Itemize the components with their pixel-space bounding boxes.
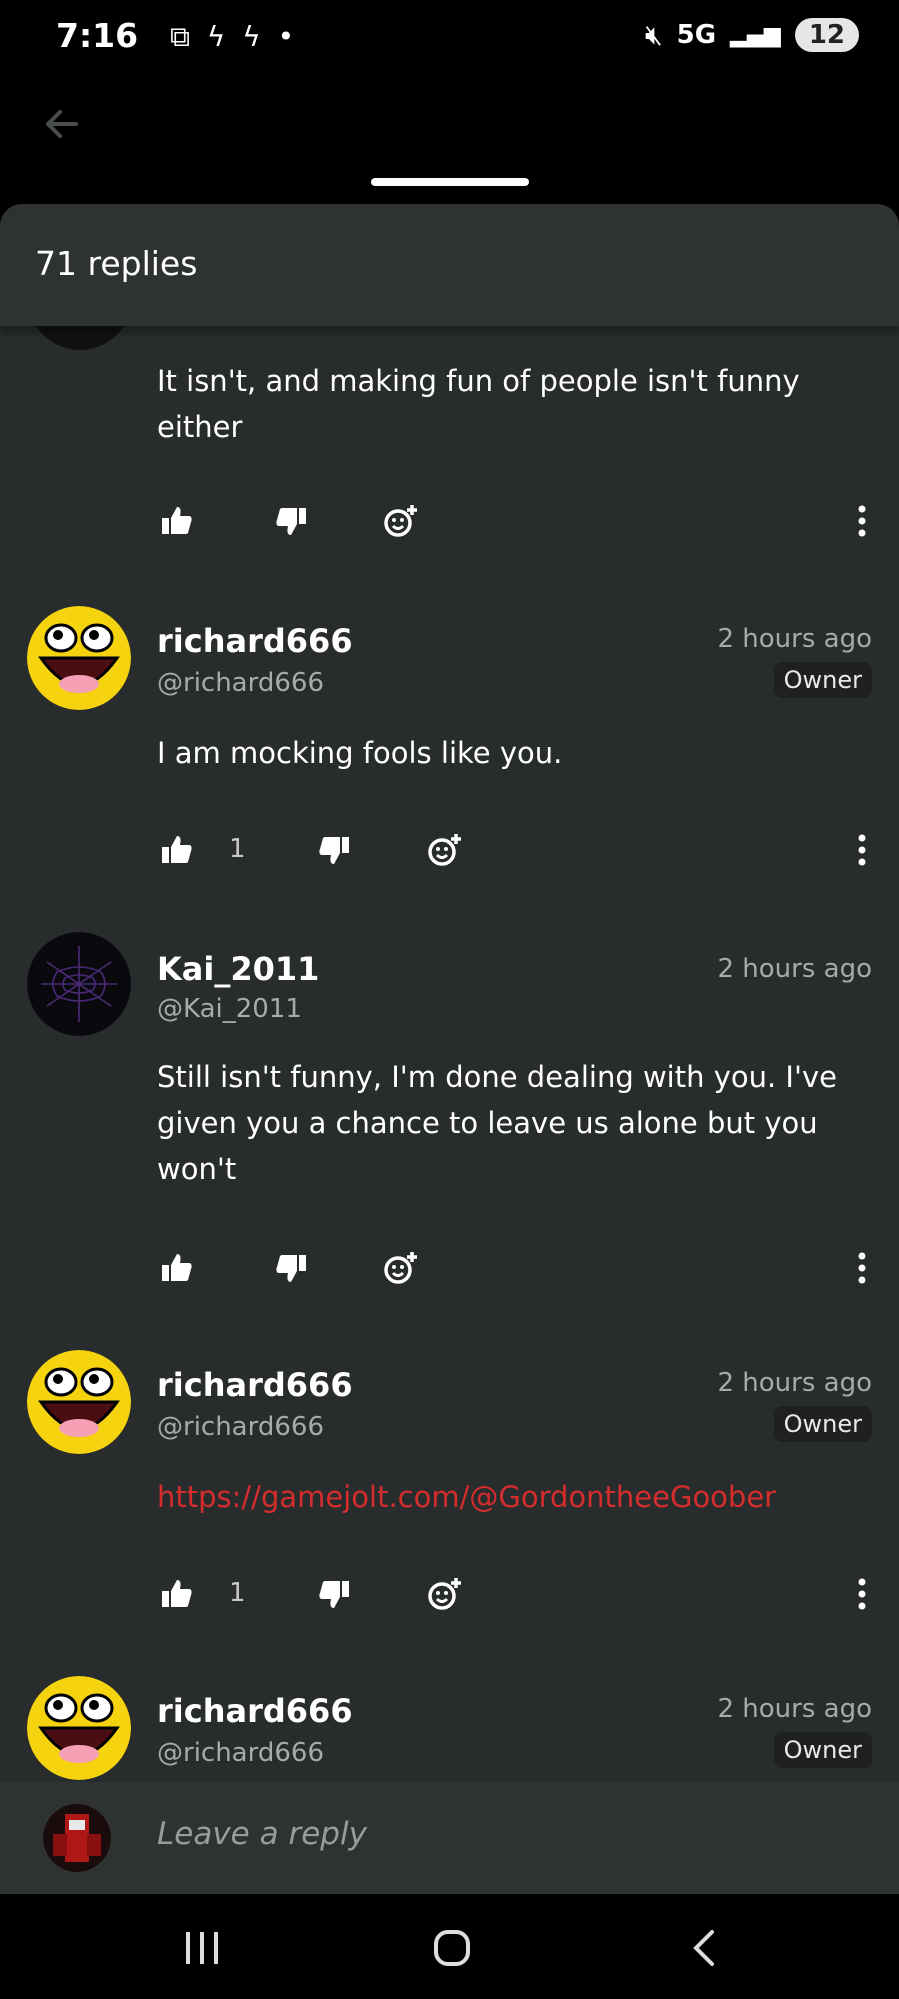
reply-input[interactable]: Leave a reply: [157, 1816, 367, 1852]
add-reaction-icon[interactable]: [427, 1576, 463, 1612]
like-count: 1: [229, 1578, 246, 1608]
current-user-avatar[interactable]: [43, 1804, 111, 1872]
avatar[interactable]: [27, 932, 131, 1036]
comment-time: 2 hours ago: [717, 954, 872, 984]
reply-bar: Leave a reply: [0, 1782, 899, 1894]
thumbs-up-icon[interactable]: [159, 832, 195, 868]
comment-time: 2 hours ago: [717, 624, 872, 654]
status-bar: 7:16 ⧉ ϟ ϟ • 🔇︎ 5G ▂▄▆ 12: [0, 0, 899, 80]
username[interactable]: richard666: [157, 622, 353, 660]
avatar[interactable]: [27, 1676, 131, 1780]
thumbs-up-icon[interactable]: [159, 503, 195, 539]
owner-badge: Owner: [773, 662, 872, 698]
username[interactable]: richard666: [157, 1692, 353, 1730]
thumbs-up-icon[interactable]: [159, 1576, 195, 1612]
status-time: 7:16: [56, 16, 139, 55]
mute-icon: 🔇︎: [644, 18, 663, 51]
comment-actions: [157, 1250, 872, 1290]
username[interactable]: Kai_2011: [157, 950, 319, 988]
add-reaction-icon[interactable]: [427, 832, 463, 868]
avatar[interactable]: [27, 1350, 131, 1454]
comment-time: 2 hours ago: [717, 1368, 872, 1398]
user-handle[interactable]: @Kai_2011: [157, 994, 302, 1024]
thumbs-down-icon[interactable]: [273, 503, 309, 539]
add-reaction-icon[interactable]: [383, 503, 419, 539]
sheet-drag-handle[interactable]: [371, 178, 529, 186]
back-arrow-icon[interactable]: [40, 102, 84, 146]
thumbs-down-icon[interactable]: [316, 832, 352, 868]
sheet-header: 71 replies: [0, 204, 899, 326]
replies-sheet: 71 replies It isn't, and making fun of p…: [0, 204, 899, 1894]
comment-text: Still isn't funny, I'm done dealing with…: [157, 1060, 837, 1186]
more-options-icon[interactable]: [852, 503, 872, 539]
recent-apps-icon[interactable]: [180, 1926, 224, 1970]
comment-actions: 1: [157, 1576, 872, 1616]
user-handle[interactable]: @richard666: [157, 668, 324, 698]
thumbs-up-icon[interactable]: [159, 1250, 195, 1286]
comment-text: It isn't, and making fun of people isn't…: [157, 364, 800, 444]
battery-badge: 12: [794, 18, 859, 52]
owner-badge: Owner: [773, 1732, 872, 1768]
comment-link[interactable]: https://gamejolt.com/@GordontheeGoober: [157, 1474, 857, 1520]
more-options-icon[interactable]: [852, 1576, 872, 1612]
username[interactable]: richard666: [157, 1366, 353, 1404]
comment-text: I am mocking fools like you.: [157, 736, 563, 770]
system-nav-bar: [0, 1894, 899, 1999]
user-handle[interactable]: @richard666: [157, 1738, 324, 1768]
thumbs-down-icon[interactable]: [316, 1576, 352, 1612]
avatar[interactable]: [27, 606, 131, 710]
comment-actions: 1: [157, 832, 872, 872]
home-icon[interactable]: [430, 1926, 474, 1970]
status-right-icons: 🔇︎ 5G ▂▄▆ 12: [645, 18, 859, 52]
more-options-icon[interactable]: [852, 832, 872, 868]
network-type: 5G: [676, 20, 717, 50]
thumbs-down-icon[interactable]: [273, 1250, 309, 1286]
notification-icons: ⧉ ϟ ϟ •: [170, 20, 299, 53]
add-reaction-icon[interactable]: [383, 1250, 419, 1286]
signal-icon: ▂▄▆: [730, 22, 781, 48]
comment-time: 2 hours ago: [717, 1694, 872, 1724]
replies-count: 71 replies: [35, 244, 198, 283]
comment-actions: [157, 503, 872, 543]
like-count: 1: [229, 834, 246, 864]
owner-badge: Owner: [773, 1406, 872, 1442]
back-nav-icon[interactable]: [684, 1926, 728, 1970]
user-handle[interactable]: @richard666: [157, 1412, 324, 1442]
more-options-icon[interactable]: [852, 1250, 872, 1286]
